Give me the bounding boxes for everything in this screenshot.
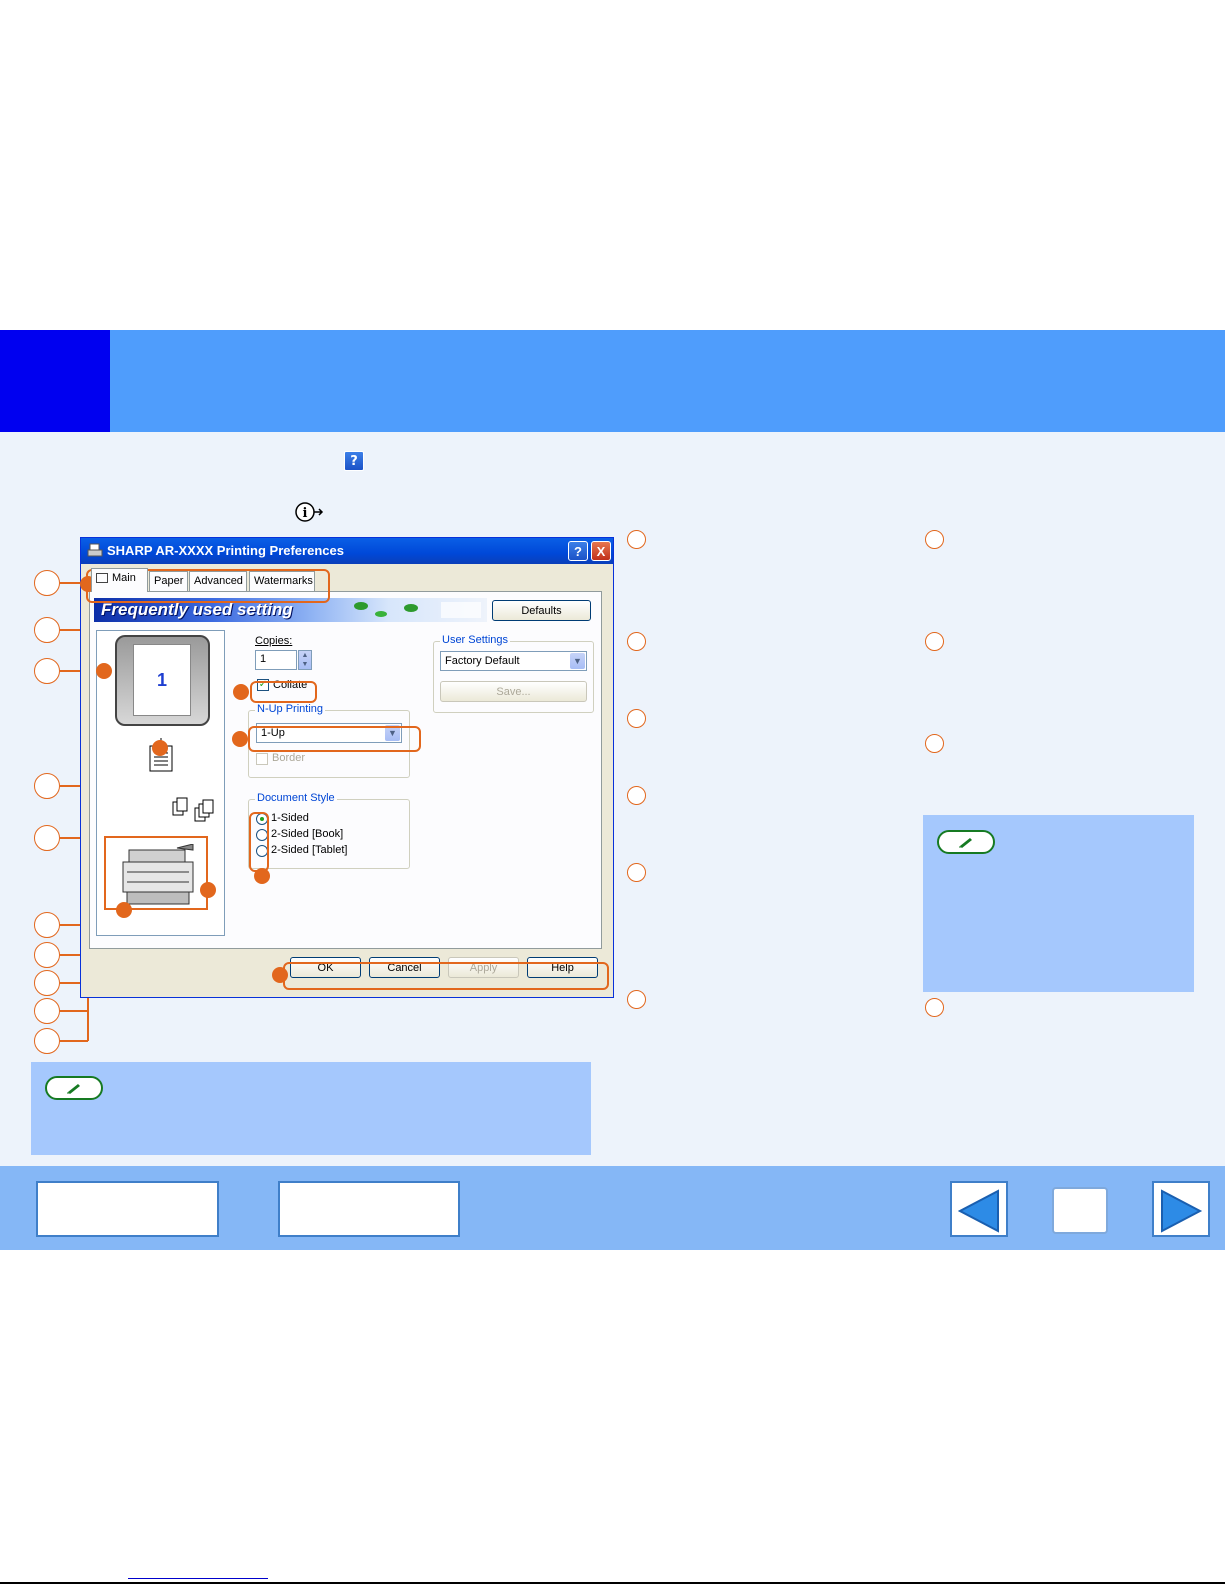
pencil-icon xyxy=(959,838,972,848)
callout-dot xyxy=(232,731,248,747)
collate-icon xyxy=(172,797,214,822)
copies-label: Copies: xyxy=(255,635,293,647)
page-preview-number: 1 xyxy=(156,669,167,690)
footer-button-contents[interactable] xyxy=(36,1181,219,1237)
highlight-collate xyxy=(250,681,317,703)
banner-title: Frequently used setting xyxy=(101,600,293,619)
callout-circle xyxy=(627,530,646,549)
callout-circle xyxy=(925,998,944,1017)
save-button[interactable]: Save... xyxy=(440,681,587,702)
callout-circle xyxy=(627,632,646,651)
user-settings-select[interactable]: Factory Default ▼ xyxy=(440,651,587,671)
page-number-box xyxy=(1052,1187,1108,1234)
border-label: Border xyxy=(272,752,306,764)
dialog-help-button[interactable]: ? xyxy=(568,541,588,561)
radio-2-sided-tablet-label: 2-Sided [Tablet] xyxy=(271,844,348,856)
pencil-icon xyxy=(67,1084,80,1094)
right-triangle-icon xyxy=(1161,1189,1203,1233)
prev-page-button[interactable] xyxy=(950,1181,1008,1237)
callout-dot xyxy=(96,663,112,679)
left-triangle-icon xyxy=(957,1189,999,1233)
user-settings-value: Factory Default xyxy=(445,655,520,667)
highlight-preview xyxy=(104,836,208,910)
defaults-button[interactable]: Defaults xyxy=(492,600,591,621)
footer-button-index[interactable] xyxy=(278,1181,460,1237)
bottom-rule xyxy=(0,1582,1225,1584)
callout-circle xyxy=(627,709,646,728)
callout-dot xyxy=(254,868,270,884)
callout-dot xyxy=(233,684,249,700)
user-settings-label: User Settings xyxy=(440,634,511,646)
printer-icon xyxy=(87,543,103,557)
radio-2-sided-book-label: 2-Sided [Book] xyxy=(271,828,344,840)
note-badge xyxy=(45,1076,103,1100)
dialog-close-button[interactable]: X xyxy=(591,541,611,561)
chevron-down-icon: ▼ xyxy=(570,653,585,669)
callout-circle xyxy=(925,632,944,651)
callout-dot xyxy=(152,740,168,756)
callout-circle xyxy=(627,786,646,805)
highlight-nup xyxy=(248,726,421,752)
callout-circle xyxy=(925,734,944,753)
copies-value: 1 xyxy=(260,653,267,665)
radio-1-sided-label: 1-Sided xyxy=(271,812,309,824)
leaf-decoration xyxy=(354,602,481,618)
page-preview-sheet: 1 xyxy=(133,644,191,716)
note-box xyxy=(31,1062,591,1155)
callout-dot xyxy=(272,967,288,983)
nup-printing-label: N-Up Printing xyxy=(255,703,326,715)
tab-main[interactable]: Main xyxy=(91,568,148,592)
callout-dot xyxy=(116,902,132,918)
callout-circle xyxy=(627,863,646,882)
next-page-button[interactable] xyxy=(1152,1181,1210,1237)
highlight-buttons xyxy=(283,962,609,990)
border-checkbox[interactable] xyxy=(256,753,268,765)
copies-input[interactable]: 1 xyxy=(255,650,297,670)
dialog-title: SHARP AR-XXXX Printing Preferences xyxy=(107,543,344,558)
document-style-label: Document Style xyxy=(255,792,337,804)
highlight-document-style xyxy=(249,812,269,872)
printer-icon xyxy=(96,573,108,584)
callout-circle xyxy=(627,990,646,1009)
tab-main-label: Main xyxy=(112,572,136,584)
note-badge xyxy=(937,830,995,854)
callout-dot xyxy=(200,882,216,898)
copies-spinner[interactable]: ▲ ▼ xyxy=(298,650,312,670)
callout-circle xyxy=(925,530,944,549)
printing-preferences-dialog: SHARP AR-XXXX Printing Preferences ? X M… xyxy=(80,537,614,998)
footer-link[interactable] xyxy=(128,1578,268,1579)
